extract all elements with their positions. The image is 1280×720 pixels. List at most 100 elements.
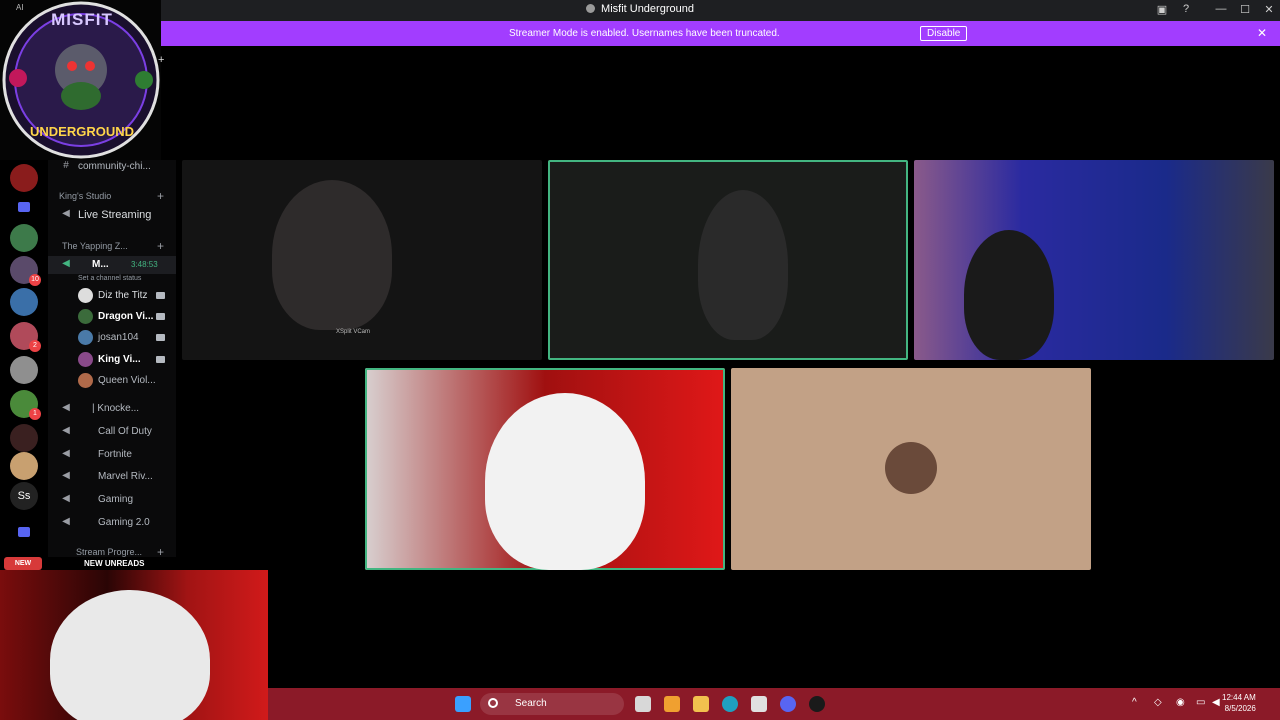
category-yapping[interactable]: The Yapping Z... + bbox=[48, 238, 176, 256]
video-tile[interactable] bbox=[914, 160, 1274, 360]
inbox-icon[interactable]: ▣ bbox=[1155, 3, 1169, 16]
server-icon[interactable]: 1 bbox=[10, 390, 41, 420]
channel-live-streaming[interactable]: ◀ Live Streaming bbox=[48, 206, 176, 224]
server-icon[interactable] bbox=[10, 356, 38, 384]
server-icon[interactable] bbox=[10, 452, 38, 480]
search-icon bbox=[488, 698, 498, 708]
clock[interactable]: 12:44 AM 8/5/2026 bbox=[1222, 692, 1256, 714]
server-rail: 10 2 1 Ss bbox=[0, 160, 48, 570]
task-view-icon[interactable] bbox=[635, 696, 651, 712]
call-timer: 3:48:53 bbox=[131, 260, 158, 269]
store-icon[interactable] bbox=[751, 696, 767, 712]
video-tile[interactable]: XSplit VCam bbox=[182, 160, 542, 360]
voice-channel[interactable]: ◀ Gaming 2.0 bbox=[48, 514, 176, 532]
title-bar: Misfit Underground ▣ ? — ☐ ✕ bbox=[0, 0, 1280, 21]
tray-chevron-icon[interactable]: ^ bbox=[1132, 697, 1137, 708]
new-unreads-bar[interactable]: NEW NEW UNREADS bbox=[0, 557, 268, 570]
voice-channel[interactable]: ◀ Marvel Riv... bbox=[48, 468, 176, 486]
speaker-icon: ◀ bbox=[62, 493, 70, 504]
obs-icon[interactable] bbox=[809, 696, 825, 712]
start-icon[interactable] bbox=[455, 696, 471, 712]
participant-video bbox=[485, 393, 645, 570]
voice-channel[interactable]: ◀ | Knocke... bbox=[48, 400, 176, 418]
app-icon bbox=[586, 4, 596, 13]
edge-icon[interactable] bbox=[722, 696, 738, 712]
speaker-icon: ◀ bbox=[62, 448, 70, 459]
logo-top-text: MISFIT bbox=[51, 10, 113, 29]
clock-time: 12:44 AM bbox=[1222, 693, 1256, 702]
copilot-icon[interactable] bbox=[664, 696, 680, 712]
folder-icon[interactable] bbox=[18, 527, 30, 537]
video-tile-speaking[interactable] bbox=[365, 368, 725, 570]
camera-icon bbox=[156, 334, 165, 341]
speaker-icon: ◀ bbox=[62, 470, 70, 481]
disable-button[interactable]: Disable bbox=[920, 26, 968, 41]
streamer-webcam bbox=[0, 570, 268, 720]
server-icon[interactable]: 10 bbox=[10, 256, 41, 286]
avatar bbox=[78, 288, 93, 303]
voice-channel[interactable]: ◀ Fortnite bbox=[48, 446, 176, 464]
participant-video bbox=[964, 230, 1054, 360]
unread-badge: 10 bbox=[29, 274, 41, 286]
avatar bbox=[78, 330, 93, 345]
category-kings-studio[interactable]: King's Studio + bbox=[48, 188, 176, 206]
help-icon[interactable]: ? bbox=[1179, 3, 1193, 15]
speaker-icon: ◀ bbox=[62, 425, 70, 436]
banner-message: Streamer Mode is enabled. Usernames have… bbox=[509, 28, 780, 39]
misfit-logo: AI MISFIT UNDERGROUND + bbox=[0, 0, 164, 160]
voice-member[interactable]: Diz the Titz bbox=[76, 286, 176, 306]
discord-icon[interactable] bbox=[780, 696, 796, 712]
add-channel-icon[interactable]: + bbox=[157, 239, 164, 253]
speaker-icon: ◀ bbox=[62, 516, 70, 527]
avatar bbox=[78, 352, 93, 367]
add-icon[interactable]: + bbox=[158, 54, 164, 66]
unread-badge: 2 bbox=[29, 340, 41, 352]
clock-date: 8/5/2026 bbox=[1224, 704, 1256, 713]
streamer-video bbox=[50, 590, 210, 720]
folder-icon[interactable] bbox=[18, 202, 30, 212]
banner-close-icon[interactable]: ✕ bbox=[1257, 26, 1267, 40]
avatar bbox=[78, 309, 93, 324]
camera-icon bbox=[156, 313, 165, 320]
server-icon[interactable]: 2 bbox=[10, 322, 41, 352]
close-window-button[interactable]: ✕ bbox=[1262, 3, 1276, 16]
voice-channel[interactable]: ◀ Call Of Duty bbox=[48, 423, 176, 441]
streamer-mode-banner: Streamer Mode is enabled. Usernames have… bbox=[161, 21, 1280, 46]
channel-item[interactable]: # community-chi... bbox=[48, 160, 176, 176]
channel-list: # community-chi... King's Studio + ◀ Live S… bbox=[48, 160, 176, 570]
server-icon[interactable] bbox=[10, 224, 38, 252]
voice-member[interactable]: King Vi... bbox=[76, 350, 176, 370]
maximize-button[interactable]: ☐ bbox=[1238, 3, 1252, 16]
server-icon-text[interactable]: Ss bbox=[10, 482, 38, 510]
server-icon[interactable] bbox=[10, 288, 38, 316]
add-channel-icon[interactable]: + bbox=[157, 189, 164, 203]
unread-badge: 1 bbox=[29, 408, 41, 420]
audio-only-tile[interactable] bbox=[731, 368, 1091, 570]
speaker-icon: ◀ bbox=[62, 402, 70, 413]
volume-icon[interactable]: ◀ bbox=[1212, 697, 1220, 708]
hash-icon: # bbox=[63, 160, 69, 171]
participant-video bbox=[272, 180, 392, 330]
voice-channel[interactable]: ◀ Gaming bbox=[48, 491, 176, 509]
window-title: Misfit Underground bbox=[0, 3, 1280, 15]
windows-taskbar: Search ^ ◇ ◉ ▭ ◀ 12:44 AM 8/5/2026 bbox=[268, 688, 1280, 720]
camera-icon bbox=[156, 292, 165, 299]
network-icon[interactable]: ◇ bbox=[1154, 697, 1162, 708]
minimize-button[interactable]: — bbox=[1214, 3, 1228, 15]
server-icon[interactable] bbox=[10, 164, 38, 192]
participant-video bbox=[698, 190, 788, 340]
voice-member[interactable]: josan104 bbox=[76, 328, 176, 348]
new-badge: NEW bbox=[4, 557, 42, 570]
server-icon[interactable] bbox=[10, 424, 38, 452]
logo-bottom-text: UNDERGROUND bbox=[30, 124, 134, 139]
voice-member[interactable]: Dragon Vi... bbox=[76, 307, 176, 327]
camera-icon bbox=[156, 356, 165, 363]
video-tile-speaking[interactable] bbox=[548, 160, 908, 360]
display-icon[interactable]: ▭ bbox=[1196, 697, 1205, 708]
avatar bbox=[885, 442, 937, 494]
mic-icon[interactable]: ◉ bbox=[1176, 697, 1185, 708]
voice-member[interactable]: Queen Viol... bbox=[76, 371, 176, 391]
speaker-icon: ◀ bbox=[62, 258, 70, 269]
file-explorer-icon[interactable] bbox=[693, 696, 709, 712]
new-unreads-label: NEW UNREADS bbox=[84, 559, 145, 568]
